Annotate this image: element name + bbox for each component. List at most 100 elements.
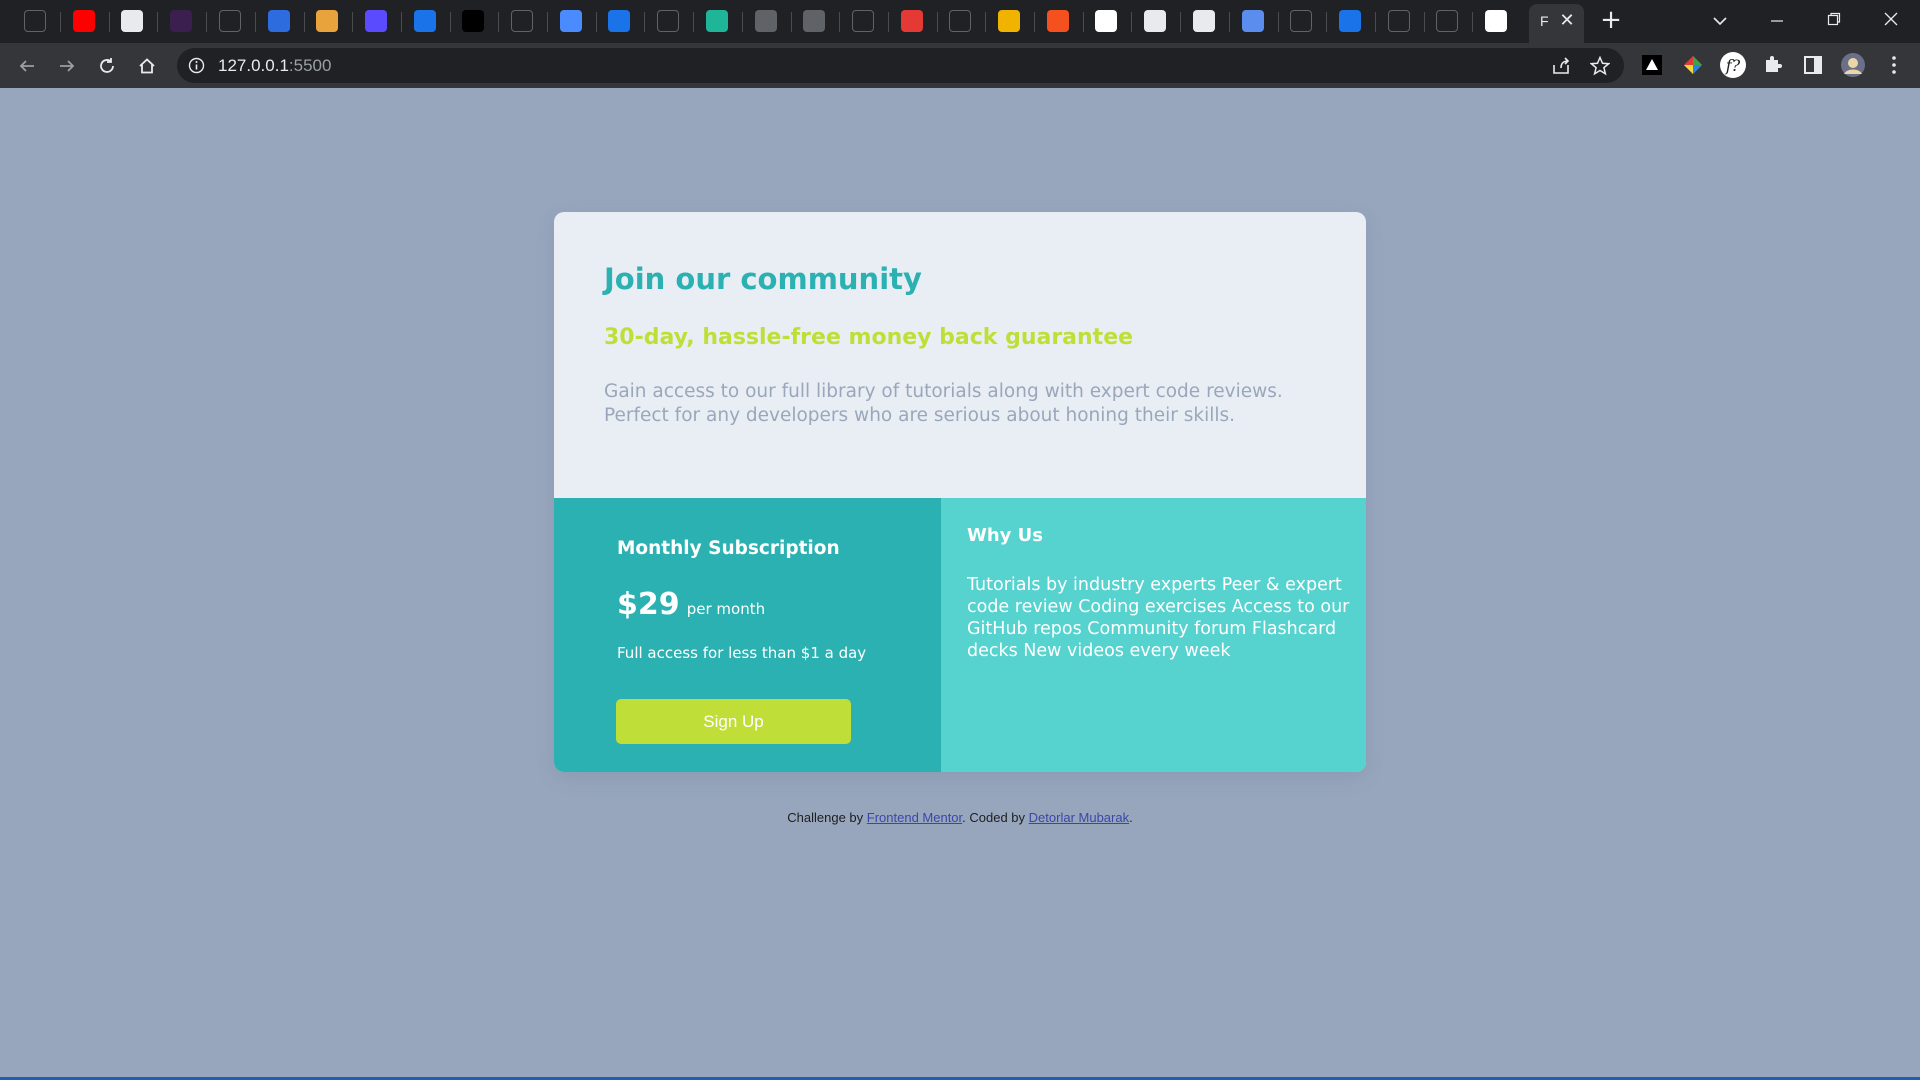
triangle-icon[interactable]: [462, 10, 484, 32]
subscription-panel: Monthly Subscription $29 per month Full …: [554, 498, 941, 772]
price-note: Full access for less than $1 a day: [617, 644, 867, 662]
tab-separator: [60, 12, 61, 32]
tab-separator: [255, 12, 256, 32]
ms-icon[interactable]: [1436, 10, 1458, 32]
extensions-puzzle-icon[interactable]: [1762, 54, 1784, 76]
q-icon[interactable]: [414, 10, 436, 32]
red-square-icon[interactable]: [901, 10, 923, 32]
url-port: :5500: [288, 56, 332, 75]
tab-separator: [304, 12, 305, 32]
why-us-panel: Why Us Tutorials by industry experts Pee…: [941, 498, 1366, 772]
new-tab-button[interactable]: +: [1598, 7, 1624, 34]
profile-avatar[interactable]: [1840, 52, 1866, 78]
active-tab-title: F: [1540, 13, 1549, 29]
flag-icon[interactable]: [560, 10, 582, 32]
tab-close-icon[interactable]: ✕: [1557, 11, 1577, 31]
svg-text:f?: f?: [1725, 56, 1741, 75]
q-icon[interactable]: [608, 10, 630, 32]
tab-separator: [888, 12, 889, 32]
shield-icon[interactable]: [268, 10, 290, 32]
tab-separator: [1083, 12, 1084, 32]
tab-separator: [498, 12, 499, 32]
globe-icon[interactable]: [755, 10, 777, 32]
w-icon[interactable]: [1388, 10, 1410, 32]
regex-icon[interactable]: [219, 10, 241, 32]
tab-separator: [547, 12, 548, 32]
github-icon[interactable]: [24, 10, 46, 32]
tab-separator: [693, 12, 694, 32]
tab-separator: [1375, 12, 1376, 32]
bookmark-star-icon[interactable]: [1589, 55, 1611, 76]
page-title: Join our community: [604, 262, 922, 296]
attribution-footer: Challenge by Frontend Mentor. Coded by D…: [0, 810, 1920, 825]
youtube-icon[interactable]: [73, 10, 95, 32]
home-button[interactable]: [133, 52, 161, 80]
price-period: per month: [686, 600, 766, 618]
doc-icon[interactable]: [1193, 10, 1215, 32]
browser-menu-icon[interactable]: [1883, 54, 1905, 76]
rebo-icon[interactable]: [1242, 10, 1264, 32]
tab-separator: [985, 12, 986, 32]
attribution-prefix: Challenge by: [787, 810, 867, 825]
diamond-icon[interactable]: [706, 10, 728, 32]
card-intro: Join our community 30-day, hassle-free m…: [554, 212, 1366, 498]
restore-button[interactable]: [1814, 6, 1854, 36]
tab-search-chevron-icon[interactable]: [1700, 6, 1740, 36]
card-description: Gain access to our full library of tutor…: [604, 381, 1283, 426]
side-panel-icon[interactable]: [1802, 54, 1824, 76]
extension-color-picker-icon[interactable]: [1682, 54, 1704, 76]
tab-separator: [1034, 12, 1035, 32]
tab-separator: [1131, 12, 1132, 32]
tab-separator: [742, 12, 743, 32]
forward-button[interactable]: [53, 52, 81, 80]
code-icon[interactable]: [511, 10, 533, 32]
tab-separator: [1326, 12, 1327, 32]
m-dark-icon[interactable]: [1290, 10, 1312, 32]
share-icon[interactable]: [1551, 56, 1571, 76]
brackets-icon[interactable]: [657, 10, 679, 32]
m-icon[interactable]: [949, 10, 971, 32]
tab-separator: [157, 12, 158, 32]
sign-up-button[interactable]: Sign Up: [616, 699, 851, 744]
search-icon[interactable]: [1144, 10, 1166, 32]
active-tab[interactable]: F ✕: [1529, 4, 1584, 43]
tab-separator: [937, 12, 938, 32]
slack-like-icon[interactable]: [170, 10, 192, 32]
tab-separator: [1229, 12, 1230, 32]
tab-separator: [1472, 12, 1473, 32]
frontend-mentor-link[interactable]: Frontend Mentor: [867, 810, 962, 825]
minimize-button[interactable]: [1757, 6, 1797, 36]
site-info-icon[interactable]: [188, 57, 205, 78]
url-host: 127.0.0.1: [218, 56, 289, 75]
code-red-icon[interactable]: [1047, 10, 1069, 32]
close-window-button[interactable]: [1871, 6, 1911, 36]
author-link[interactable]: Detorlar Mubarak: [1029, 810, 1129, 825]
back-button[interactable]: [13, 52, 41, 80]
page-icon[interactable]: [121, 10, 143, 32]
i-icon[interactable]: [1339, 10, 1361, 32]
codepen-icon[interactable]: [1095, 10, 1117, 32]
tab-separator: [401, 12, 402, 32]
tab-separator: [109, 12, 110, 32]
frontend-mentor-icon[interactable]: [1485, 10, 1507, 32]
js-icon[interactable]: [998, 10, 1020, 32]
globe-icon[interactable]: [803, 10, 825, 32]
subscription-heading: Monthly Subscription: [617, 538, 840, 559]
extension-font-icon[interactable]: f?: [1719, 51, 1747, 79]
url-text[interactable]: 127.0.0.1:5500: [218, 56, 331, 76]
tab-separator: [352, 12, 353, 32]
tab-separator: [206, 12, 207, 32]
attribution-suffix: .: [1129, 810, 1133, 825]
browser-tab-strip: F ✕ +: [0, 0, 1920, 43]
guarantee-subtitle: 30-day, hassle-free money back guarantee: [604, 325, 1134, 350]
tab-separator: [839, 12, 840, 32]
extension-triangle-icon[interactable]: [1641, 54, 1663, 76]
s-icon[interactable]: [365, 10, 387, 32]
why-us-list: Tutorials by industry experts Peer & exp…: [967, 575, 1350, 661]
dev-icon[interactable]: [852, 10, 874, 32]
tab-separator: [644, 12, 645, 32]
cat-icon[interactable]: [316, 10, 338, 32]
browser-toolbar: 127.0.0.1:5500 f?: [0, 43, 1920, 88]
address-bar[interactable]: 127.0.0.1:5500: [177, 48, 1624, 83]
reload-button[interactable]: [93, 52, 121, 80]
